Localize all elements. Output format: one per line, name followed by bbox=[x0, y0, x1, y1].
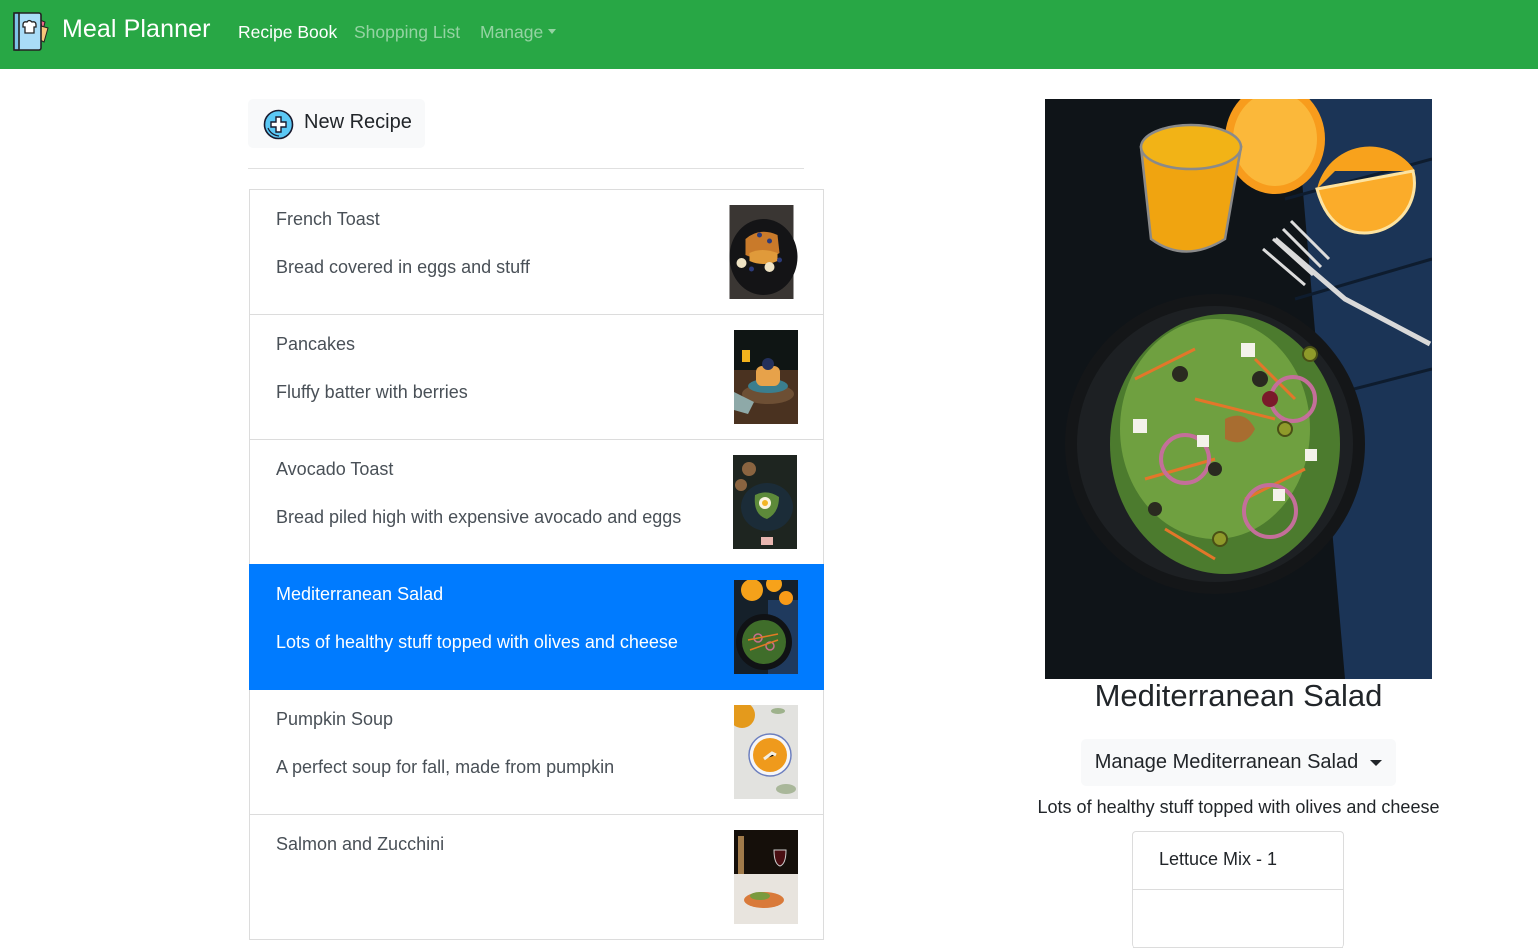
divider bbox=[248, 168, 804, 169]
recipe-thumbnail bbox=[729, 205, 798, 299]
caret-down-icon bbox=[548, 29, 557, 34]
recipe-name: Pumpkin Soup bbox=[276, 709, 394, 729]
ingredient-item bbox=[1133, 890, 1343, 948]
recipe-description: Fluffy batter with berries bbox=[276, 382, 468, 402]
ingredient-list: Lettuce Mix - 1 bbox=[1132, 831, 1344, 948]
new-recipe-button[interactable]: New Recipe bbox=[248, 99, 425, 148]
manage-recipe-dropdown-button[interactable]: Manage Mediterranean Salad bbox=[1081, 739, 1396, 786]
recipe-list: French Toast Bread covered in eggs and s… bbox=[249, 189, 824, 940]
ingredient-item: Lettuce Mix - 1 bbox=[1133, 832, 1343, 890]
nav-manage-dropdown[interactable]: Manage bbox=[480, 22, 557, 43]
nav-manage-label: Manage bbox=[480, 22, 544, 42]
manage-recipe-label: Manage Mediterranean Salad bbox=[1094, 751, 1359, 773]
recipe-thumbnail bbox=[734, 580, 798, 674]
recipe-thumbnail bbox=[734, 330, 798, 424]
recipe-name: Salmon and Zucchini bbox=[276, 834, 445, 854]
recipe-thumbnail bbox=[734, 830, 798, 924]
recipe-description: A perfect soup for fall, made from pumpk… bbox=[276, 757, 615, 777]
nav-shopping-list[interactable]: Shopping List bbox=[354, 22, 460, 43]
recipe-thumbnail bbox=[734, 705, 798, 799]
recipe-name: French Toast bbox=[276, 209, 380, 229]
recipe-description: Bread covered in eggs and stuff bbox=[276, 257, 530, 277]
brand-name[interactable]: Meal Planner bbox=[62, 15, 211, 44]
navbar: Meal Planner Recipe Book Shopping List M… bbox=[0, 0, 1538, 69]
new-recipe-label: New Recipe bbox=[304, 111, 412, 133]
recipe-detail-description: Lots of healthy stuff topped with olives… bbox=[1037, 797, 1440, 817]
recipe-item-pancakes[interactable]: Pancakes Fluffy batter with berries bbox=[249, 314, 824, 440]
recipe-book-icon[interactable] bbox=[12, 12, 50, 52]
recipe-name: Pancakes bbox=[276, 334, 356, 354]
recipe-item-salmon-and-zucchini[interactable]: Salmon and Zucchini bbox=[249, 814, 824, 940]
recipe-detail-title: Mediterranean Salad bbox=[1094, 678, 1383, 713]
recipe-item-mediterranean-salad[interactable]: Mediterranean Salad Lots of healthy stuf… bbox=[249, 564, 824, 690]
recipe-name: Avocado Toast bbox=[276, 459, 394, 479]
recipe-name: Mediterranean Salad bbox=[276, 584, 444, 604]
recipe-thumbnail bbox=[733, 455, 797, 549]
recipe-item-pumpkin-soup[interactable]: Pumpkin Soup A perfect soup for fall, ma… bbox=[249, 689, 824, 815]
recipe-detail-image bbox=[1045, 99, 1432, 679]
recipe-item-french-toast[interactable]: French Toast Bread covered in eggs and s… bbox=[249, 189, 824, 315]
recipe-description: Bread piled high with expensive avocado … bbox=[276, 507, 682, 527]
plus-circle-icon bbox=[263, 109, 294, 140]
recipe-item-avocado-toast[interactable]: Avocado Toast Bread piled high with expe… bbox=[249, 439, 824, 565]
nav-recipe-book[interactable]: Recipe Book bbox=[238, 22, 337, 43]
recipe-description: Lots of healthy stuff topped with olives… bbox=[276, 632, 678, 652]
caret-down-icon bbox=[1370, 759, 1383, 766]
